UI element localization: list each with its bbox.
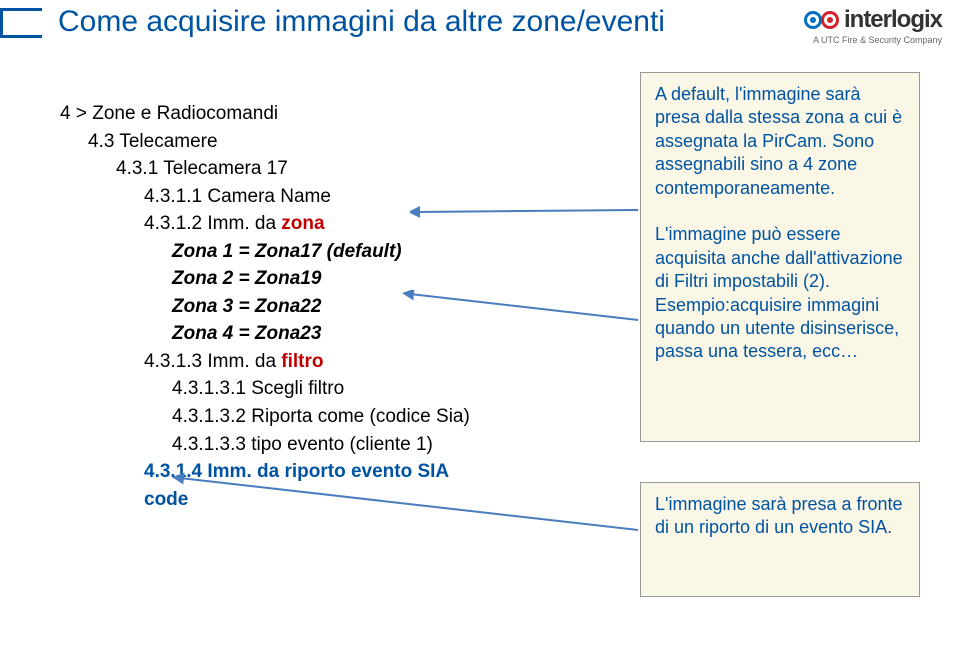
logo-tagline: A UTC Fire & Security Company bbox=[804, 35, 942, 45]
logo-row: interlogix bbox=[804, 6, 942, 34]
tree-l4-imm-da-filtro: 4.3.1.3 Imm. da filtro bbox=[144, 348, 490, 376]
tree-l4-imm-da-zona: 4.3.1.2 Imm. da zona bbox=[144, 210, 490, 238]
slide-marker bbox=[0, 8, 42, 38]
tree-l4c-red: filtro bbox=[281, 351, 323, 372]
logo-dot-blue bbox=[804, 11, 822, 29]
tree-l4c-prefix: 4.3.1.3 Imm. da bbox=[144, 351, 281, 372]
logo-brand: interlogix bbox=[844, 6, 942, 34]
tree-l4-sia-code: 4.3.1.4 Imm. da riporto evento SIA code bbox=[144, 458, 490, 513]
callout-top-text: A default, l'immagine sarà presa dalla s… bbox=[655, 83, 905, 364]
callout-top: A default, l'immagine sarà presa dalla s… bbox=[640, 72, 920, 442]
menu-tree: 4 > Zone e Radiocomandi 4.3 Telecamere 4… bbox=[60, 100, 490, 513]
tree-l1: 4 > Zone e Radiocomandi bbox=[60, 100, 490, 128]
tree-l5-scegli-filtro: 4.3.1.3.1 Scegli filtro bbox=[172, 375, 490, 403]
slide-title: Come acquisire immagini da altre zone/ev… bbox=[58, 5, 665, 39]
tree-l5-zona1: Zona 1 = Zona17 (default) bbox=[172, 238, 490, 266]
logo-dot-red bbox=[821, 11, 839, 29]
tree-l2-telecamere: 4.3 Telecamere bbox=[88, 128, 490, 156]
tree-l5-riporta-come: 4.3.1.3.2 Riporta come (codice Sia) bbox=[172, 403, 490, 431]
tree-l5-zona2: Zona 2 = Zona19 bbox=[172, 265, 490, 293]
tree-l5-zona4: Zona 4 = Zona23 bbox=[172, 320, 490, 348]
callout-bottom: L'immagine sarà presa a fronte di un rip… bbox=[640, 482, 920, 597]
callout-bottom-text: L'immagine sarà presa a fronte di un rip… bbox=[655, 493, 905, 540]
tree-l5-zona3: Zona 3 = Zona22 bbox=[172, 293, 490, 321]
tree-l4-camera-name: 4.3.1.1 Camera Name bbox=[144, 183, 490, 211]
tree-l5-tipo-evento: 4.3.1.3.3 tipo evento (cliente 1) bbox=[172, 431, 490, 459]
tree-l3-telecamera17: 4.3.1 Telecamera 17 bbox=[116, 155, 490, 183]
tree-l4b-prefix: 4.3.1.2 Imm. da bbox=[144, 213, 281, 234]
logo-area: interlogix A UTC Fire & Security Company bbox=[804, 6, 942, 45]
tree-l4b-red: zona bbox=[281, 213, 324, 234]
